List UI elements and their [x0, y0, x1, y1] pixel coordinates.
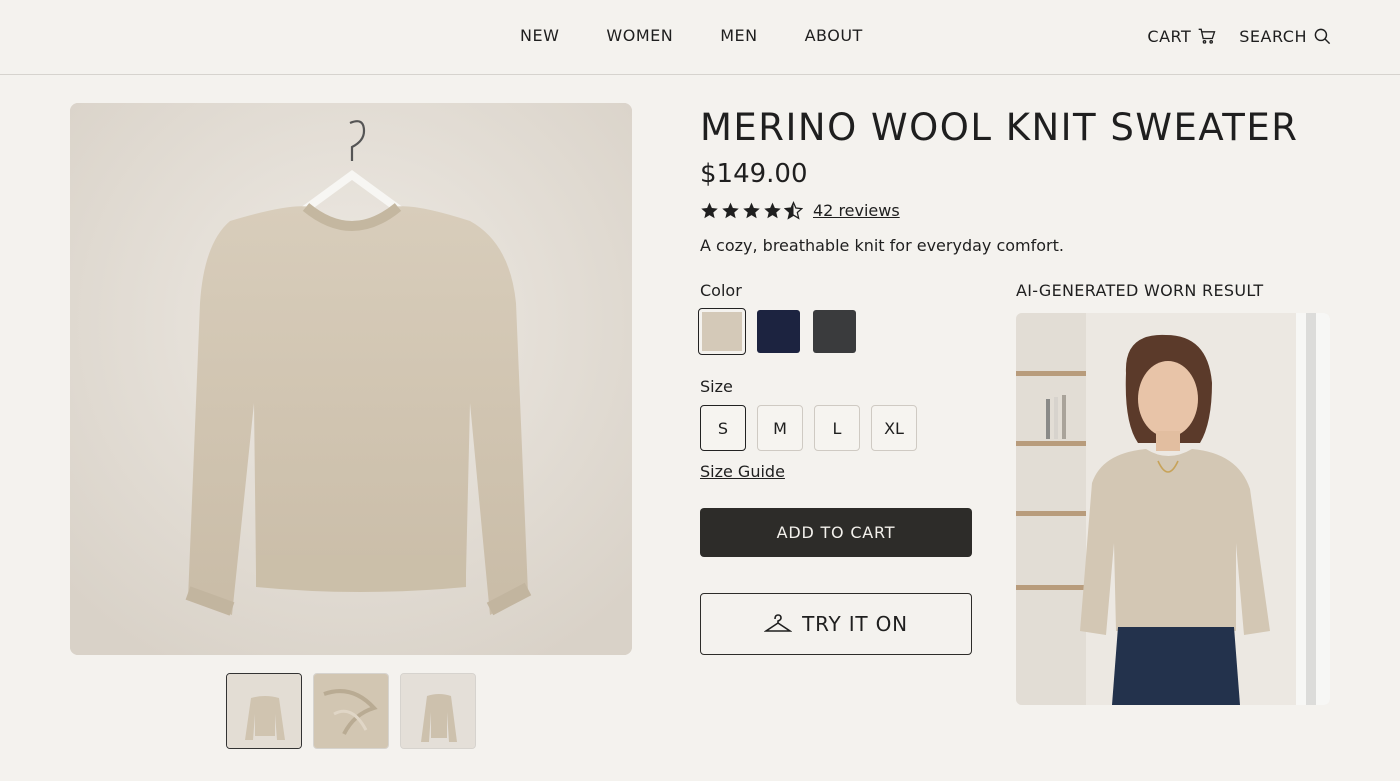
- thumbnail-side[interactable]: [400, 673, 476, 749]
- thumbnail-texture-image: [314, 674, 388, 748]
- top-bar: NEW WOMEN MEN ABOUT CART SEARCH: [0, 0, 1400, 75]
- cart-link[interactable]: CART: [1147, 26, 1217, 46]
- utility-nav: CART SEARCH: [1147, 26, 1332, 46]
- worn-result-label: AI-GENERATED WORN RESULT: [1016, 281, 1264, 300]
- star-icon: [722, 202, 739, 219]
- star-icon: [764, 202, 781, 219]
- size-m[interactable]: M: [757, 405, 803, 451]
- main-nav: NEW WOMEN MEN ABOUT: [520, 26, 863, 45]
- star-rating: [700, 201, 803, 220]
- worn-result-image: [1016, 313, 1330, 705]
- rating-row: 42 reviews: [700, 201, 900, 220]
- size-options: S M L XL: [700, 405, 917, 451]
- product-price: $149.00: [700, 159, 808, 189]
- size-xl[interactable]: XL: [871, 405, 917, 451]
- cart-label: CART: [1147, 26, 1192, 46]
- hanger-icon: [764, 614, 793, 632]
- try-it-on-label: TRY IT ON: [802, 612, 908, 636]
- swatch-navy[interactable]: [757, 310, 800, 353]
- thumbnail-side-image: [401, 674, 475, 748]
- thumbnail-texture[interactable]: [313, 673, 389, 749]
- nav-about[interactable]: ABOUT: [805, 26, 863, 45]
- nav-new[interactable]: NEW: [520, 26, 559, 45]
- size-s[interactable]: S: [700, 405, 746, 451]
- swatch-oatmeal[interactable]: [698, 308, 746, 355]
- color-label: Color: [700, 281, 742, 300]
- nav-women[interactable]: WOMEN: [606, 26, 673, 45]
- main-product-image[interactable]: [70, 103, 632, 655]
- search-icon: [1314, 28, 1331, 44]
- size-guide-link[interactable]: Size Guide: [700, 462, 785, 481]
- cart-icon: [1198, 28, 1216, 44]
- nav-men[interactable]: MEN: [720, 26, 757, 45]
- search-label: SEARCH: [1239, 26, 1307, 46]
- size-label: Size: [700, 377, 733, 396]
- sweater-illustration: [70, 103, 632, 655]
- size-l[interactable]: L: [814, 405, 860, 451]
- thumbnail-strip: [226, 673, 476, 749]
- product-title: MERINO WOOL KNIT SWEATER: [700, 106, 1299, 149]
- thumbnail-sweater-image: [227, 674, 301, 748]
- product-description: A cozy, breathable knit for everyday com…: [700, 236, 1064, 255]
- add-to-cart-button[interactable]: ADD TO CART: [700, 508, 972, 557]
- color-swatches: [698, 308, 856, 355]
- thumbnail-hanger[interactable]: [226, 673, 302, 749]
- swatch-charcoal[interactable]: [813, 310, 856, 353]
- search-link[interactable]: SEARCH: [1239, 27, 1332, 46]
- try-it-on-button[interactable]: TRY IT ON: [700, 593, 972, 655]
- half-star-icon: [784, 201, 803, 220]
- model-illustration: [1016, 313, 1330, 705]
- star-icon: [701, 202, 718, 219]
- star-icon: [743, 202, 760, 219]
- reviews-link[interactable]: 42 reviews: [813, 201, 900, 220]
